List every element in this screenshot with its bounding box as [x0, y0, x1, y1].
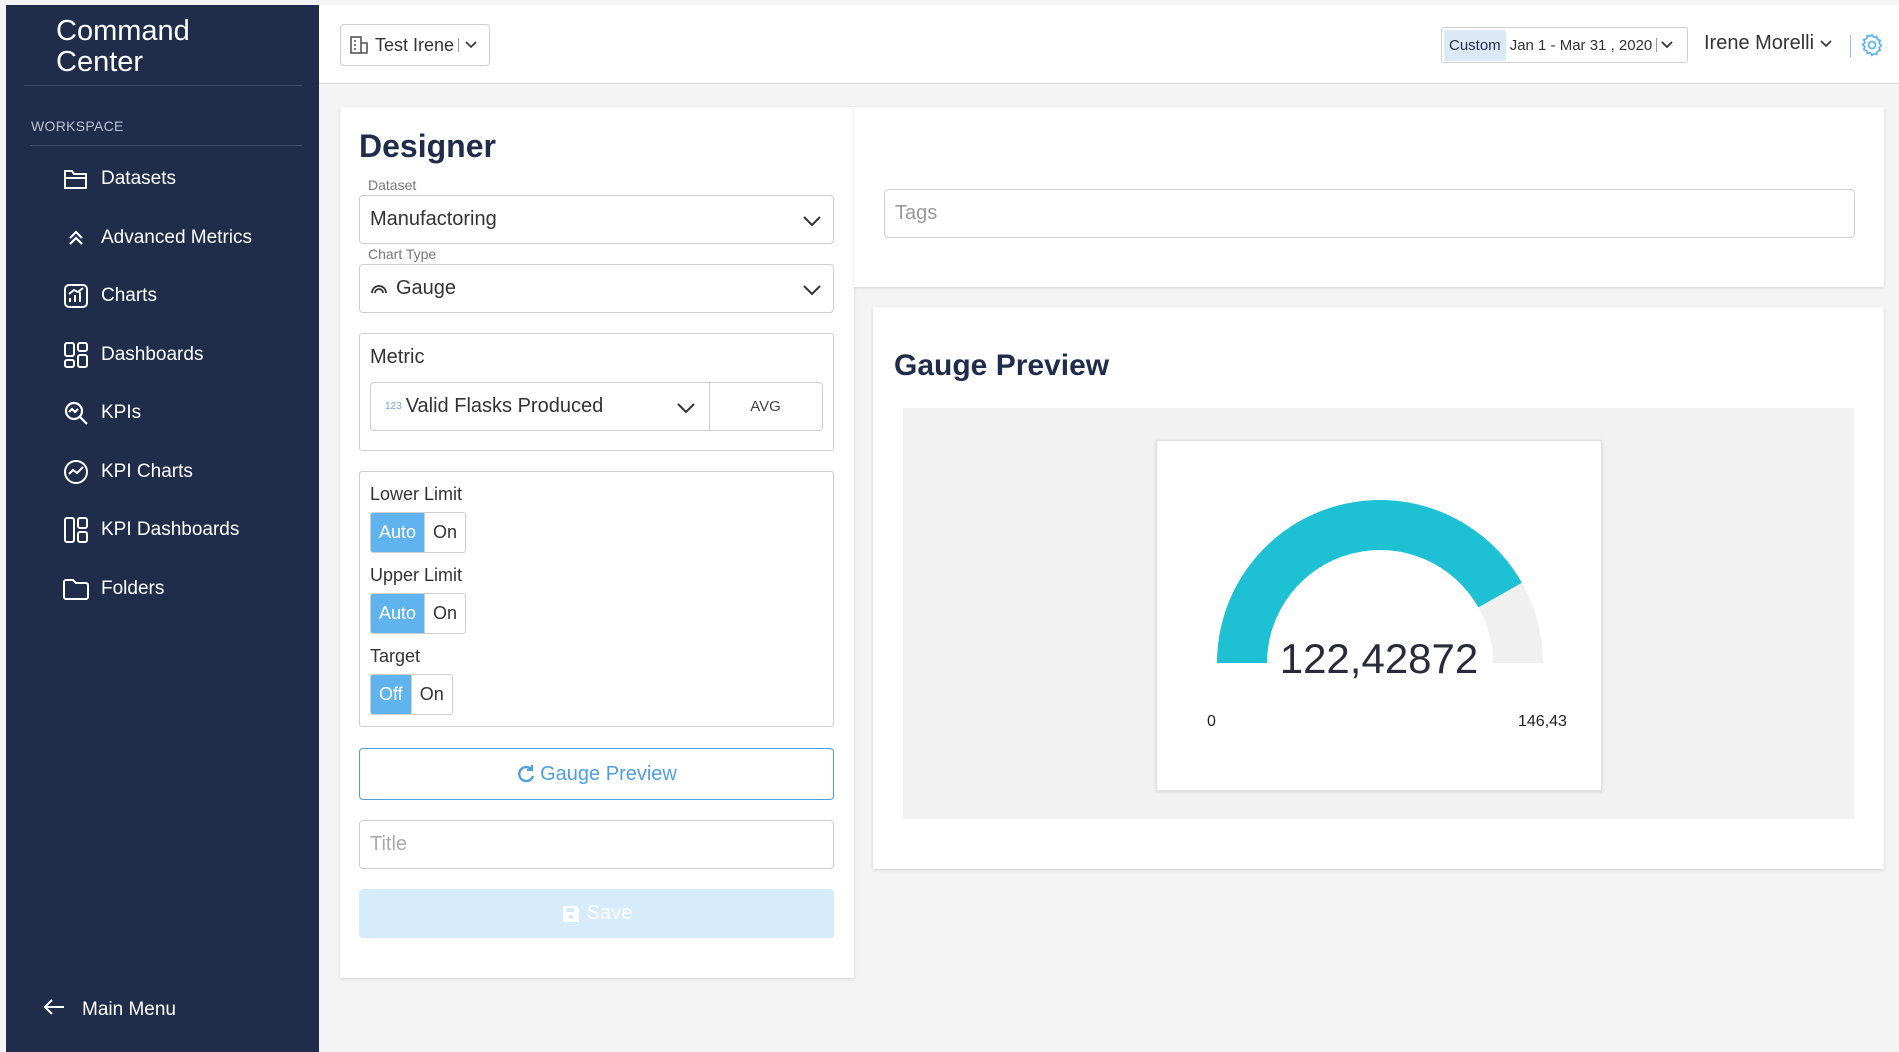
metric-group: Metric 123 Valid Flasks Produced AVG — [359, 333, 834, 451]
sidebar-item-label: Advanced Metrics — [101, 227, 253, 248]
brand-title: Command Center — [56, 16, 190, 78]
top-bar: Test Irene Custom Jan 1 - Mar 31 , 2020 … — [319, 5, 1899, 84]
sidebar-item-kpi-dashboards[interactable]: KPI Dashboards — [61, 512, 239, 548]
dashboard-icon — [61, 340, 91, 370]
sidebar-item-dashboards[interactable]: Dashboards — [61, 337, 203, 373]
gauge-min-label: 0 — [1207, 713, 1216, 730]
lower-limit-auto-option[interactable]: Auto — [371, 513, 425, 552]
gauge-preview-panel: Gauge Preview 122,42872 0 146,43 — [873, 307, 1884, 869]
target-label: Target — [370, 646, 421, 666]
target-off-option[interactable]: Off — [371, 675, 411, 714]
sidebar-item-datasets[interactable]: Datasets — [61, 161, 176, 197]
title-input[interactable] — [359, 820, 834, 869]
dataset-select[interactable]: Manufactoring — [359, 195, 834, 244]
metric-label: Metric — [370, 346, 425, 368]
date-range-value: Jan 1 - Mar 31 , 2020 — [1509, 36, 1653, 54]
main-menu-link[interactable]: Main Menu — [42, 998, 176, 1022]
sidebar-item-advanced-metrics[interactable]: Advanced Metrics — [61, 220, 252, 256]
gauge-preview-button[interactable]: Gauge Preview — [359, 748, 834, 800]
gauge-icon — [370, 283, 388, 295]
organization-name: Test Irene — [375, 34, 455, 55]
kpi-dashboard-icon — [61, 515, 91, 545]
tags-input[interactable] — [884, 189, 1855, 238]
building-icon — [349, 35, 369, 55]
divider — [1850, 35, 1851, 57]
chevron-down-icon — [465, 41, 477, 49]
chevron-down-icon — [677, 397, 695, 420]
refresh-icon — [518, 765, 535, 783]
workspace-label: WORKSPACE — [31, 118, 124, 134]
dataset-value: Manufactoring — [370, 208, 497, 230]
gauge-value: 122,42872 — [1279, 635, 1479, 682]
lower-limit-on-option[interactable]: On — [424, 513, 466, 552]
upper-limit-toggle: Auto On — [370, 593, 467, 634]
chart-icon — [61, 281, 91, 311]
chevron-down-icon — [803, 279, 821, 302]
gauge-svg — [1217, 500, 1543, 663]
sidebar-item-label: Dashboards — [101, 344, 204, 365]
date-range-type-badge: Custom — [1444, 29, 1506, 61]
target-toggle: Off On — [370, 674, 453, 715]
divider — [458, 38, 460, 52]
aggregation-button[interactable]: AVG — [709, 382, 823, 431]
kpi-chart-icon — [61, 457, 91, 487]
sidebar-item-folders[interactable]: Folders — [61, 571, 164, 607]
upper-limit-label: Upper Limit — [370, 565, 463, 585]
sidebar-item-kpi-charts[interactable]: KPI Charts — [61, 454, 193, 490]
save-button[interactable]: Save — [359, 889, 834, 938]
divider — [1656, 38, 1658, 52]
sidebar-item-charts[interactable]: Charts — [61, 278, 157, 314]
folder-icon — [61, 574, 91, 604]
brand-line-1: Command — [56, 15, 190, 47]
tags-panel — [854, 107, 1884, 287]
chevron-down-icon — [803, 210, 821, 233]
limits-group: Lower Limit Auto On Upper Limit Auto On … — [359, 471, 834, 727]
lower-limit-label: Lower Limit — [370, 484, 463, 504]
sidebar-item-label: KPI Dashboards — [101, 519, 240, 540]
gear-icon[interactable] — [1859, 32, 1885, 63]
save-button-label: Save — [586, 902, 633, 924]
sidebar-item-label: Datasets — [101, 168, 176, 189]
lower-limit-toggle: Auto On — [370, 512, 467, 553]
kpi-search-icon — [61, 398, 91, 428]
gauge-chart: 122,42872 0 146,43 — [1156, 440, 1602, 791]
sidebar-item-kpis[interactable]: KPIs — [61, 395, 141, 431]
chevrons-up-icon — [61, 223, 91, 253]
sidebar: Command Center WORKSPACE Datasets Advanc… — [6, 5, 319, 1052]
chart-type-select[interactable]: Gauge — [359, 264, 834, 313]
date-range-picker[interactable]: Custom Jan 1 - Mar 31 , 2020 — [1441, 27, 1688, 63]
sidebar-item-label: KPIs — [101, 402, 142, 423]
target-on-option[interactable]: On — [410, 675, 452, 714]
brand-line-2: Center — [56, 46, 144, 78]
divider — [30, 145, 302, 146]
user-menu[interactable]: Irene Morelli — [1704, 32, 1832, 55]
numeric-type-icon: 123 — [385, 401, 402, 412]
main-menu-label: Main Menu — [82, 999, 176, 1020]
sidebar-item-label: KPI Charts — [101, 461, 193, 482]
metric-value: Valid Flasks Produced — [405, 395, 604, 417]
chart-type-value: Gauge — [396, 277, 457, 299]
upper-limit-auto-option[interactable]: Auto — [371, 594, 425, 633]
user-name: Irene Morelli — [1704, 32, 1815, 54]
organization-select[interactable]: Test Irene — [340, 24, 490, 66]
gauge-preview-area: 122,42872 0 146,43 — [903, 408, 1854, 819]
divider — [24, 85, 302, 86]
dataset-label: Dataset — [368, 177, 417, 193]
chart-type-label: Chart Type — [368, 246, 437, 262]
designer-title: Designer — [359, 128, 496, 164]
upper-limit-on-option[interactable]: On — [424, 594, 466, 633]
sidebar-item-label: Charts — [101, 285, 157, 306]
folder-open-icon — [61, 164, 91, 194]
metric-select[interactable]: 123 Valid Flasks Produced — [370, 382, 710, 431]
chevron-down-icon — [1820, 39, 1832, 48]
arrow-left-icon — [42, 998, 72, 1022]
sidebar-item-label: Folders — [101, 578, 165, 599]
gauge-preview-title: Gauge Preview — [894, 349, 1110, 382]
gauge-max-label: 146,43 — [1518, 713, 1567, 730]
designer-panel: Designer Dataset Manufactoring Chart Typ… — [340, 107, 854, 978]
chevron-down-icon — [1661, 41, 1673, 49]
save-icon — [562, 905, 579, 922]
gauge-preview-button-label: Gauge Preview — [540, 762, 677, 785]
